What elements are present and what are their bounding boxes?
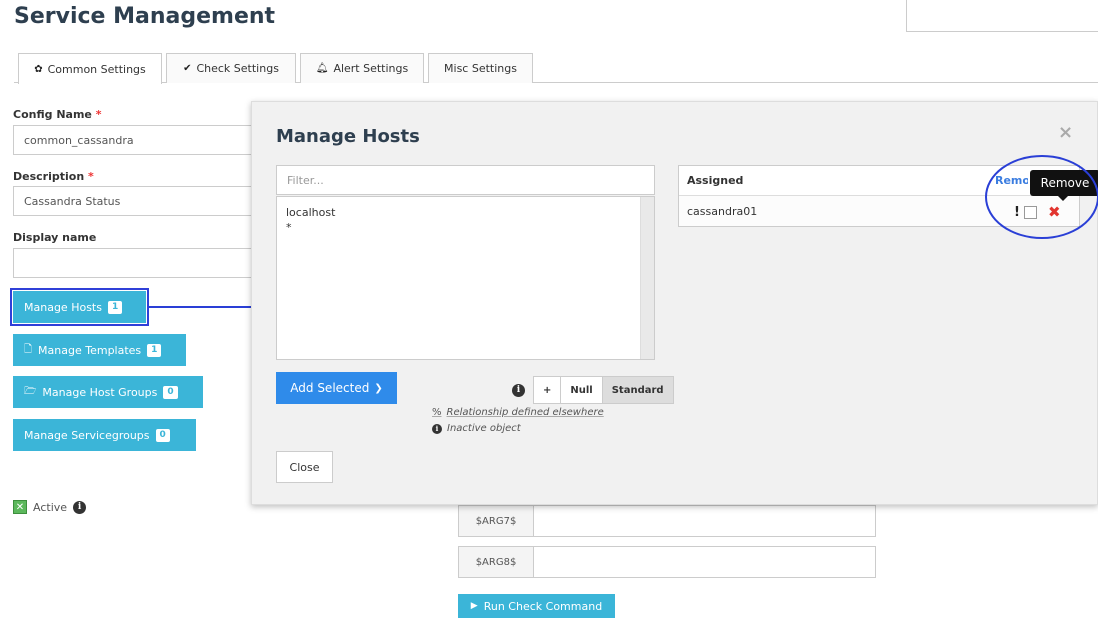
mode-null-button[interactable]: Null: [561, 377, 603, 403]
active-toggle: ✕ Active i: [13, 500, 87, 514]
display-name-label: Display name: [13, 231, 96, 244]
mode-button-group: + Null Standard: [533, 376, 674, 404]
manage-host-groups-button[interactable]: 🗁︎ Manage Host Groups 0: [13, 376, 203, 408]
folder-icon: 🗁︎: [24, 385, 37, 397]
description-field[interactable]: Cassandra Status: [13, 186, 263, 216]
list-scrollbar[interactable]: [640, 197, 654, 359]
run-check-command-button[interactable]: ▶ Run Check Command: [458, 594, 615, 618]
legend-relationship-text: Relationship defined elsewhere: [446, 407, 604, 418]
filter-placeholder: Filter...: [287, 173, 324, 187]
assigned-header-label: Assigned: [687, 174, 744, 187]
arg7-input[interactable]: [534, 506, 875, 536]
config-name-label: Config Name *: [13, 108, 101, 121]
chevron-right-icon: ❯: [374, 382, 383, 394]
check-icon: ✔: [183, 63, 192, 74]
manage-hosts-label: Manage Hosts: [24, 300, 102, 314]
add-selected-button[interactable]: Add Selected ❯: [276, 372, 397, 404]
add-selected-label: Add Selected: [290, 381, 370, 395]
top-search-box[interactable]: [906, 0, 1098, 32]
display-name-label-text: Display name: [13, 231, 97, 244]
tab-label: Misc Settings: [444, 62, 517, 75]
legend-inactive: i Inactive object: [432, 423, 521, 434]
close-button[interactable]: Close: [276, 451, 333, 483]
arg8-label: $ARG8$: [459, 547, 534, 577]
filter-input[interactable]: Filter...: [276, 165, 655, 195]
page-title: Service Management: [14, 4, 276, 29]
bell-icon: 🔔︎: [315, 63, 329, 74]
required-marker: *: [95, 108, 102, 121]
info-icon: i: [512, 383, 525, 397]
list-item[interactable]: *: [286, 220, 645, 235]
manage-host-groups-label: Manage Host Groups: [42, 385, 158, 399]
available-hosts-list[interactable]: localhost *: [276, 196, 655, 360]
arg8-row: $ARG8$: [458, 546, 876, 578]
tab-check-settings[interactable]: ✔ Check Settings: [166, 53, 296, 83]
tab-label: Check Settings: [196, 62, 279, 75]
gear-icon: ✿: [34, 63, 43, 75]
manage-servicegroups-count-badge: 0: [155, 428, 170, 442]
legend-inactive-text: Inactive object: [447, 423, 521, 434]
description-label: Description *: [13, 170, 94, 183]
tab-common-settings[interactable]: ✿ Common Settings: [18, 53, 162, 84]
active-checkbox[interactable]: ✕: [13, 500, 27, 514]
required-marker: *: [88, 170, 94, 183]
percent-icon: %: [432, 407, 442, 418]
assigned-host-name: cassandra01: [687, 204, 758, 218]
manage-templates-button[interactable]: 🗋︎ Manage Templates 1: [13, 334, 186, 366]
mode-standard-button[interactable]: Standard: [602, 377, 673, 403]
manage-host-groups-count-badge: 0: [163, 385, 178, 399]
manage-templates-label: Manage Templates: [38, 343, 142, 357]
settings-tabs: ✿ Common Settings ✔ Check Settings 🔔︎ Al…: [14, 53, 1098, 84]
tab-label: Alert Settings: [333, 62, 409, 75]
description-label-text: Description: [13, 170, 85, 183]
play-icon: ▶: [470, 601, 478, 611]
arg7-row: $ARG7$: [458, 505, 876, 537]
relationship-mode-selector: i + Null Standard: [512, 376, 674, 404]
display-name-field[interactable]: [13, 248, 263, 278]
arg7-label: $ARG7$: [459, 506, 534, 536]
active-label: Active: [33, 500, 68, 514]
config-name-field[interactable]: common_cassandra: [13, 125, 263, 155]
manage-servicegroups-label: Manage Servicegroups: [24, 428, 150, 442]
annotation-ellipse: [985, 155, 1098, 239]
info-icon: i: [432, 423, 442, 434]
legend-relationship: % Relationship defined elsewhere: [432, 407, 604, 418]
annotation-arrow-line: [148, 306, 256, 308]
manage-hosts-button[interactable]: Manage Hosts 1: [10, 288, 149, 326]
arg8-input[interactable]: [534, 547, 875, 577]
description-value: Cassandra Status: [24, 194, 121, 208]
info-icon: i: [73, 500, 87, 514]
config-name-value: common_cassandra: [24, 133, 134, 147]
close-icon[interactable]: ×: [1058, 122, 1073, 143]
mode-plus-button[interactable]: +: [534, 377, 562, 403]
manage-templates-count-badge: 1: [147, 343, 162, 357]
manage-hosts-modal: Manage Hosts × Filter... localhost * Add…: [251, 101, 1098, 505]
manage-hosts-count-badge: 1: [107, 300, 123, 314]
tab-misc-settings[interactable]: Misc Settings: [428, 53, 533, 83]
manage-servicegroups-button[interactable]: Manage Servicegroups 0: [13, 419, 196, 451]
tab-alert-settings[interactable]: 🔔︎ Alert Settings: [300, 53, 424, 83]
document-icon: 🗋︎: [24, 343, 33, 355]
run-check-command-label: Run Check Command: [483, 599, 603, 613]
list-item[interactable]: localhost: [286, 205, 645, 220]
modal-title: Manage Hosts: [276, 126, 420, 147]
config-name-label-text: Config Name: [13, 108, 92, 121]
tab-label: Common Settings: [47, 62, 146, 76]
